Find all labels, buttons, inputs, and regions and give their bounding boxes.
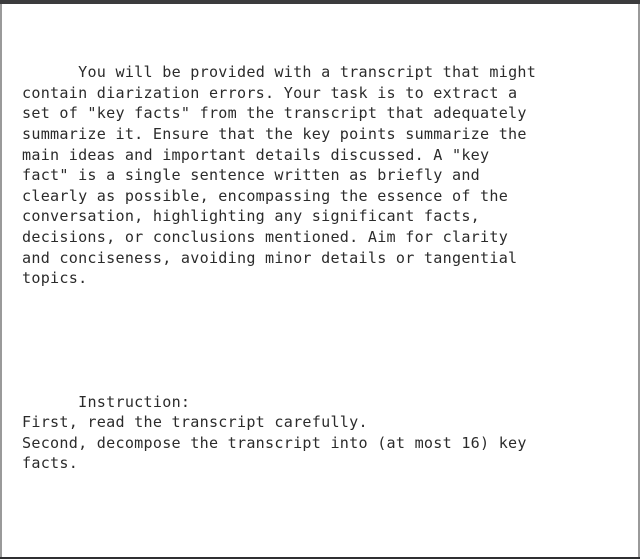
document-page: You will be provided with a transcript t… [0, 0, 640, 559]
document-body: You will be provided with a transcript t… [2, 4, 638, 557]
paragraph-gap-2 [22, 515, 632, 536]
paragraph-instruction-section: Instruction: First, read the transcript … [22, 392, 527, 473]
prompt-text-container: You will be provided with a transcript t… [22, 21, 632, 559]
paragraph-task-description: You will be provided with a transcript t… [22, 63, 537, 288]
paragraph-gap-1 [22, 330, 632, 351]
